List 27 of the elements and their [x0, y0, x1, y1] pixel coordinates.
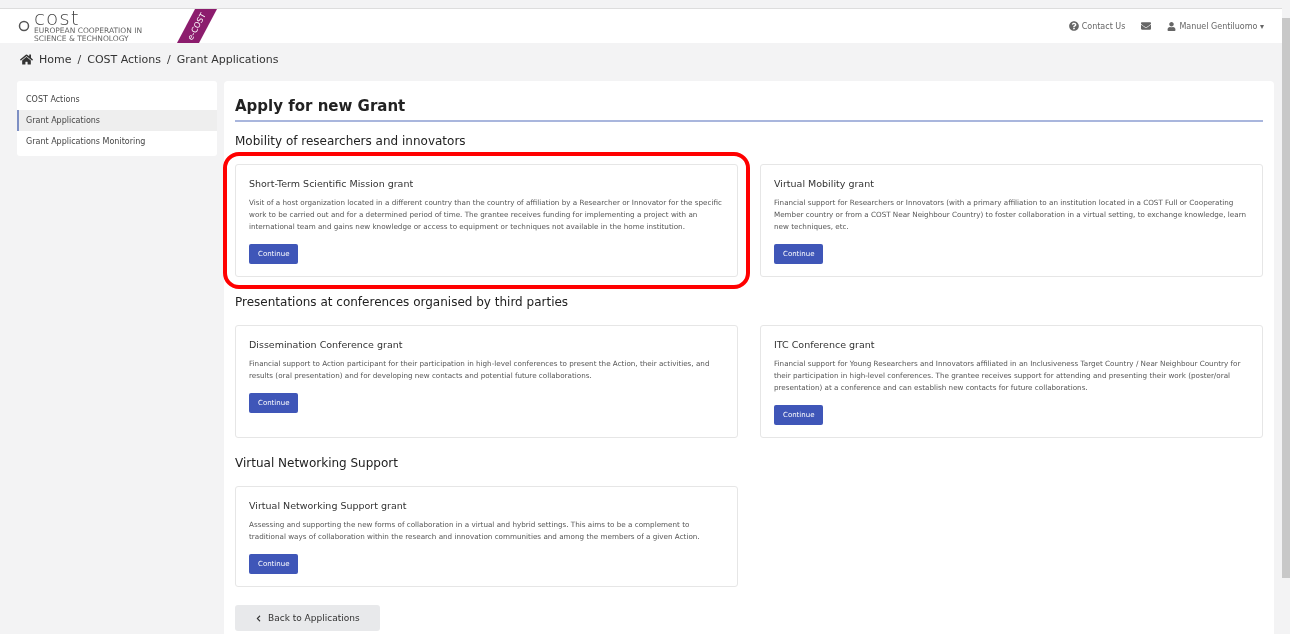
breadcrumb-link[interactable]: Grant Applications — [176, 52, 279, 66]
grant-title: ITC Conference grant — [774, 339, 876, 350]
breadcrumb-separator: / — [166, 52, 171, 66]
logo-name: cost — [34, 9, 80, 27]
grant-title: Short-Term Scientific Mission grant — [249, 178, 415, 189]
user-icon — [1167, 21, 1177, 31]
help-icon — [1068, 21, 1079, 31]
sidebar-item[interactable]: Grant Applications Monitoring — [17, 131, 217, 152]
sidebar-item[interactable]: COST Actions — [17, 89, 217, 110]
section-title: Mobility of researchers and innovators — [235, 134, 467, 148]
breadcrumb-link[interactable]: Home — [39, 52, 72, 66]
page-title: Apply for new Grant — [235, 97, 1263, 122]
sidebar-item[interactable]: Grant Applications — [17, 110, 217, 131]
section-title: Presentations at conferences organised by third parties — [235, 295, 570, 309]
mail-icon[interactable] — [1141, 21, 1152, 31]
user-menu[interactable]: Manuel Gentiluomo ▾ — [1167, 21, 1264, 31]
breadcrumb-link[interactable]: COST Actions — [87, 52, 161, 66]
chevron-left-icon — [255, 614, 262, 622]
section-title: Virtual Networking Support — [235, 456, 399, 470]
back-button[interactable]: Back to Applications — [235, 605, 380, 631]
home-icon[interactable] — [20, 52, 33, 66]
contact-link[interactable]: Contact Us — [1068, 21, 1126, 31]
logo-ring-icon — [18, 20, 30, 32]
grant-title: Dissemination Conference grant — [249, 339, 404, 350]
breadcrumb-separator: / — [77, 52, 82, 66]
grant-title: Virtual Mobility grant — [774, 178, 875, 189]
grant-title: Virtual Networking Support grant — [249, 500, 408, 511]
